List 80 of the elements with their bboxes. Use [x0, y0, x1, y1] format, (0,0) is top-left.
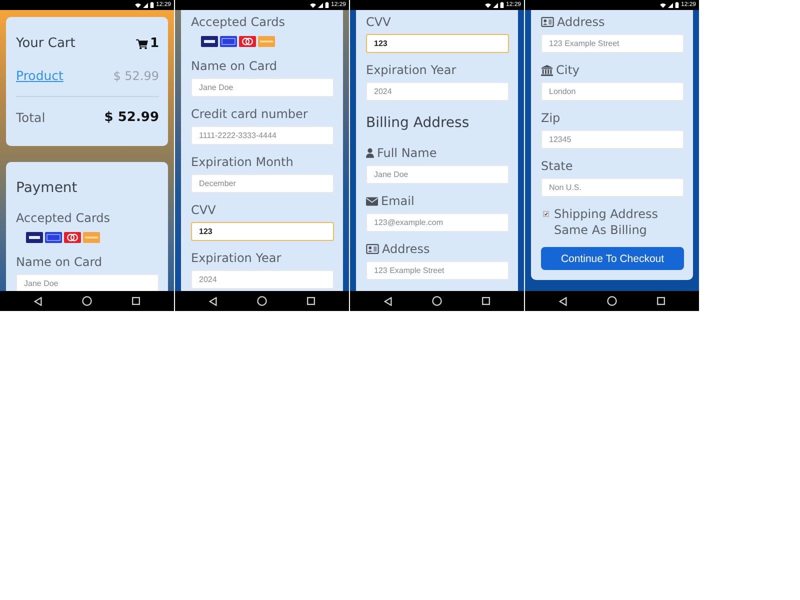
home-icon[interactable]	[257, 296, 267, 306]
card-logo-icon	[45, 232, 62, 243]
input-field[interactable]: Jane Doe	[191, 78, 334, 97]
bank-icon	[541, 64, 553, 76]
checkout-button[interactable]: Continue To Checkout	[541, 247, 684, 270]
field-label: City	[556, 62, 580, 78]
id-card-icon	[366, 244, 379, 254]
signal-icon	[142, 2, 148, 8]
input-field[interactable]: 123	[366, 34, 509, 53]
cart-count: 1	[150, 35, 159, 53]
input-field[interactable]: 123	[191, 222, 334, 241]
wifi-icon	[484, 2, 491, 8]
person-icon	[366, 148, 374, 158]
card-logo-icon	[201, 36, 218, 47]
field-label: Expiration Month	[191, 154, 294, 170]
card-logo-icon	[258, 36, 275, 47]
field-label: Name on Card	[16, 254, 102, 270]
field-label: Full Name	[377, 145, 437, 161]
recents-icon[interactable]	[657, 297, 665, 305]
wifi-icon	[660, 2, 666, 8]
field-label: Zip	[541, 110, 560, 126]
card-logo-icon	[64, 232, 81, 243]
section-heading: Payment	[16, 179, 78, 198]
home-icon[interactable]	[432, 296, 442, 306]
input-field[interactable]: Jane Doe	[16, 274, 159, 291]
cart-title: Your Cart	[16, 35, 76, 53]
envelope-icon	[366, 196, 378, 206]
input-field[interactable]: 12345	[541, 130, 684, 149]
total-amount: $ 52.99	[104, 109, 159, 127]
back-icon[interactable]	[209, 296, 217, 306]
field-label: Accepted Cards	[16, 210, 110, 226]
card-logo-icon	[83, 232, 100, 243]
battery-icon	[150, 2, 154, 8]
field-label: CVV	[191, 202, 216, 218]
checkbox-label: Shipping Address Same As Billing	[554, 206, 659, 238]
cart-icon	[136, 38, 148, 50]
field-label: Credit card number	[191, 106, 308, 122]
input-field[interactable]: 123 Example Street	[366, 261, 509, 280]
field-label: Expiration Year	[191, 250, 282, 266]
checkbox[interactable]	[543, 211, 549, 217]
field-label: State	[541, 158, 573, 174]
field-label: Address	[382, 241, 430, 257]
signal-icon	[492, 2, 498, 8]
battery-icon	[324, 2, 329, 8]
wifi-icon	[310, 2, 316, 8]
back-icon[interactable]	[34, 296, 42, 306]
input-field[interactable]: 1111-2222-3333-4444	[191, 126, 334, 145]
input-field[interactable]: 123 Example Street	[541, 34, 684, 53]
card-logo-icon	[26, 232, 43, 243]
field-label: Address	[557, 14, 605, 30]
signal-icon	[668, 2, 673, 8]
battery-icon	[674, 2, 679, 8]
input-field[interactable]: Jane Doe	[366, 165, 509, 184]
back-icon[interactable]	[559, 296, 567, 306]
input-field[interactable]: London	[541, 82, 684, 101]
input-field[interactable]: 123@example.com	[366, 213, 509, 232]
home-icon[interactable]	[82, 296, 92, 306]
input-field[interactable]: 2024	[366, 82, 509, 101]
recents-icon[interactable]	[307, 297, 315, 305]
field-label: CVV	[366, 14, 391, 30]
home-icon[interactable]	[607, 296, 617, 306]
total-label: Total	[16, 109, 46, 127]
card-logo-icon	[220, 36, 237, 47]
input-field[interactable]: December	[191, 174, 334, 193]
field-label: Name on Card	[191, 58, 278, 74]
input-field[interactable]: 2024	[191, 270, 334, 289]
product-price: $ 52.99	[113, 68, 159, 84]
field-label: Accepted Cards	[191, 14, 286, 30]
id-card-icon	[541, 17, 554, 27]
field-label: Email	[381, 193, 414, 209]
recents-icon[interactable]	[132, 297, 140, 305]
input-field[interactable]: Non U.S.	[541, 178, 684, 197]
battery-icon	[500, 2, 504, 8]
signal-icon	[318, 2, 323, 8]
section-heading: Billing Address	[366, 114, 470, 133]
card-logo-icon	[239, 36, 256, 47]
wifi-icon	[134, 2, 141, 8]
back-icon[interactable]	[384, 296, 392, 306]
field-label: Expiration Year	[366, 62, 456, 78]
recents-icon[interactable]	[482, 297, 490, 305]
